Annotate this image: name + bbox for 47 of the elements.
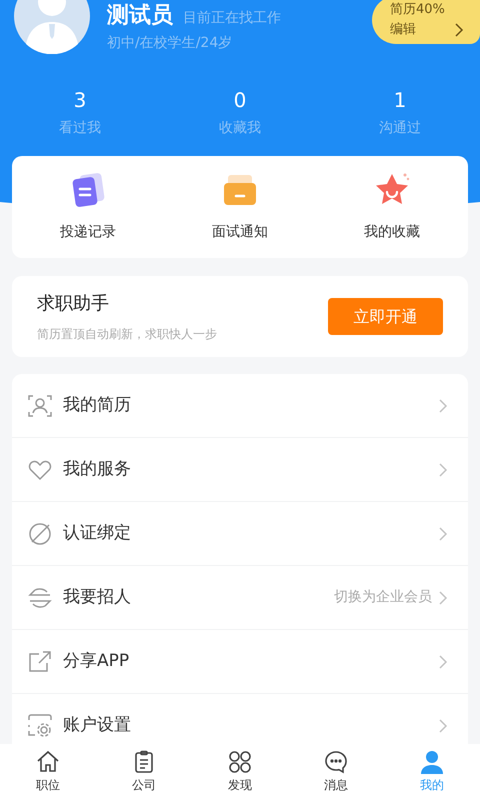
circle-slash-icon [27,520,53,546]
stat-label: 沟通过 [379,119,421,138]
stat-value: 0 [234,87,246,114]
menu-label: 我要招人 [63,586,131,609]
stat-label: 看过我 [59,119,101,138]
stat-label: 收藏我 [219,119,261,138]
chevron-right-icon [438,590,448,606]
menu-item[interactable]: 我的服务 [12,438,468,502]
tab-item[interactable]: 公司 [96,744,192,800]
menu-label: 我的服务 [63,458,131,481]
chevron-right-icon [438,398,448,414]
user-name: 测试员 [107,2,173,30]
home-icon [36,750,60,774]
chat-icon [324,750,348,774]
assistant-title: 求职助手 [37,292,110,316]
tab-item[interactable]: 消息 [288,744,384,800]
clipboard-icon [132,750,156,774]
chevron-right-icon [438,462,448,478]
job-status: 目前正在找工作 [183,9,281,28]
menu-item[interactable]: 我要招人 切换为企业会员 [12,566,468,630]
stat-value: 1 [394,87,406,114]
assistant-subtitle: 简历置顶自动刷新，求职快人一步 [37,326,217,343]
menu-item[interactable]: 分享APP [12,630,468,694]
shortcut-item[interactable]: 面试通知 [164,156,316,258]
menu-label: 认证绑定 [63,522,131,545]
share-icon [27,648,53,674]
grid-icon [228,750,252,774]
profile-frame-icon [27,392,53,418]
menu-label: 分享APP [63,650,130,673]
resume-edit-button[interactable]: 简历40% 编辑 [372,0,480,44]
menu-label: 我的简历 [63,394,131,417]
stat-value: 3 [74,87,86,114]
menu-item[interactable]: 我的简历 [12,374,468,438]
settings-icon [27,712,53,738]
menu-label: 账户设置 [63,714,131,737]
shortcut-item[interactable]: 我的收藏 [316,156,468,258]
user-details: 初中/在校学生/24岁 [107,34,234,53]
tab-item[interactable]: 发现 [192,744,288,800]
menu-hint: 切换为企业会员 [334,588,432,607]
tab-item[interactable]: 职位 [0,744,96,800]
shortcut-item[interactable]: 投递记录 [12,156,164,258]
menu-item[interactable]: 认证绑定 [12,502,468,566]
chevron-right-icon [438,654,448,670]
chevron-right-icon [438,718,448,734]
person-icon [420,750,444,774]
chevron-right-icon [438,526,448,542]
chevron-right-icon [454,22,464,38]
